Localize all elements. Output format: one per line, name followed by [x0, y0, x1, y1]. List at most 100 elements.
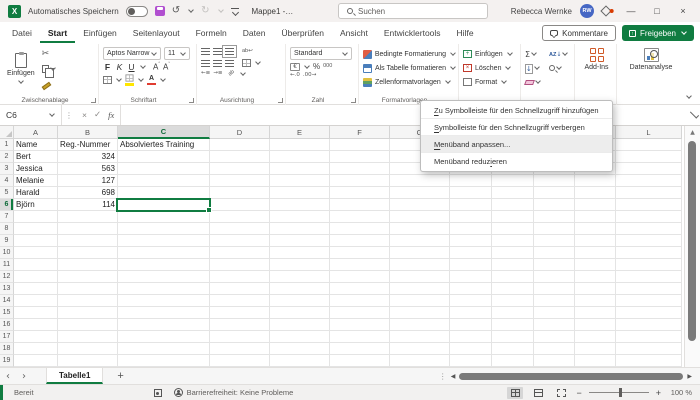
cell-J11[interactable] [534, 259, 575, 271]
cell-H10[interactable] [450, 247, 492, 259]
cell-D17[interactable] [210, 331, 270, 343]
scrollbar-splitter-icon[interactable]: ⋮ [439, 372, 447, 381]
cell-E3[interactable] [270, 163, 330, 175]
cell-G15[interactable] [390, 307, 450, 319]
scroll-left-icon[interactable]: ◀ [451, 373, 456, 380]
cell-A3[interactable]: Jessica [14, 163, 58, 175]
share-button[interactable]: ↑ Freigeben [622, 25, 694, 41]
cell-H7[interactable] [450, 211, 492, 223]
cell-A15[interactable] [14, 307, 58, 319]
cell-L17[interactable] [616, 331, 682, 343]
row-header-15[interactable]: 15 [0, 307, 14, 319]
cell-L4[interactable] [616, 175, 682, 187]
cell-F6[interactable] [330, 199, 390, 211]
grow-font-button[interactable]: Aˆ [153, 62, 160, 72]
wrap-text-button[interactable]: ab↩ [242, 49, 253, 55]
cell-J6[interactable] [534, 199, 575, 211]
cell-K13[interactable] [575, 283, 616, 295]
number-format-select[interactable]: Standard [290, 47, 352, 60]
view-page-layout-button[interactable] [530, 387, 546, 399]
comma-style-button[interactable]: 000 [323, 64, 332, 70]
cell-J19[interactable] [534, 355, 575, 367]
align-top-icon[interactable] [201, 48, 210, 55]
cell-L7[interactable] [616, 211, 682, 223]
cell-E2[interactable] [270, 151, 330, 163]
cell-B11[interactable] [58, 259, 118, 271]
formula-bar-expand-icon[interactable] [690, 109, 699, 118]
vertical-scrollbar-thumb[interactable] [688, 141, 696, 341]
cell-B6[interactable]: 114 [58, 199, 118, 211]
align-center-icon[interactable] [213, 60, 222, 67]
cell-A12[interactable] [14, 271, 58, 283]
percent-style-button[interactable]: % [313, 62, 320, 71]
scroll-right-icon[interactable]: ▶ [687, 373, 692, 380]
cell-C11[interactable] [118, 259, 210, 271]
select-all-corner[interactable] [0, 126, 14, 139]
cell-H19[interactable] [450, 355, 492, 367]
orientation-icon[interactable]: ab [228, 70, 236, 78]
bold-button[interactable]: F [103, 62, 112, 72]
row-header-14[interactable]: 14 [0, 295, 14, 307]
cell-K9[interactable] [575, 235, 616, 247]
merge-center-icon[interactable] [242, 59, 251, 67]
row-header-18[interactable]: 18 [0, 343, 14, 355]
minimize-button[interactable]: — [622, 6, 640, 16]
cell-H18[interactable] [450, 343, 492, 355]
row-header-19[interactable]: 19 [0, 355, 14, 367]
cell-F10[interactable] [330, 247, 390, 259]
context-menu-item[interactable]: Menüband anpassen... [421, 136, 612, 153]
zoom-out-button[interactable]: − [576, 388, 581, 398]
fill-button[interactable]: ↓ [525, 64, 549, 73]
cell-B8[interactable] [58, 223, 118, 235]
cell-G18[interactable] [390, 343, 450, 355]
cell-I5[interactable] [492, 187, 534, 199]
dialog-launcher-icon[interactable] [189, 98, 194, 103]
cell-J8[interactable] [534, 223, 575, 235]
cell-E18[interactable] [270, 343, 330, 355]
cell-D9[interactable] [210, 235, 270, 247]
addins-button[interactable]: Add-Ins [579, 47, 614, 72]
cell-B7[interactable] [58, 211, 118, 223]
dialog-launcher-icon[interactable] [278, 98, 283, 103]
cell-I19[interactable] [492, 355, 534, 367]
cell-B2[interactable]: 324 [58, 151, 118, 163]
cell-B16[interactable] [58, 319, 118, 331]
cell-A10[interactable] [14, 247, 58, 259]
cell-J18[interactable] [534, 343, 575, 355]
zoom-slider[interactable] [589, 392, 649, 393]
cell-I4[interactable] [492, 175, 534, 187]
cell-D10[interactable] [210, 247, 270, 259]
cell-C13[interactable] [118, 283, 210, 295]
row-header-2[interactable]: 2 [0, 151, 14, 163]
cell-G9[interactable] [390, 235, 450, 247]
cell-D16[interactable] [210, 319, 270, 331]
cell-B10[interactable] [58, 247, 118, 259]
cell-F15[interactable] [330, 307, 390, 319]
cell-J7[interactable] [534, 211, 575, 223]
cell-K18[interactable] [575, 343, 616, 355]
cell-K5[interactable] [575, 187, 616, 199]
cell-F18[interactable] [330, 343, 390, 355]
underline-button[interactable]: U [127, 62, 136, 72]
cell-K6[interactable] [575, 199, 616, 211]
cell-B1[interactable]: Reg.-Nummer [58, 139, 118, 151]
context-menu-item[interactable]: Zu Symbolleiste für den Schnellzugriff h… [421, 102, 612, 119]
cell-K19[interactable] [575, 355, 616, 367]
cell-E5[interactable] [270, 187, 330, 199]
context-menu-item[interactable]: Menüband reduzieren [421, 153, 612, 170]
format-painter-button[interactable] [42, 77, 56, 90]
cell-L10[interactable] [616, 247, 682, 259]
cell-E6[interactable] [270, 199, 330, 211]
column-header-a[interactable]: A [14, 126, 58, 139]
prev-sheet-icon[interactable]: ‹ [0, 371, 16, 382]
merge-chevron-icon[interactable] [255, 59, 261, 65]
cell-H6[interactable] [450, 199, 492, 211]
cell-I7[interactable] [492, 211, 534, 223]
column-header-l[interactable]: L [616, 126, 682, 139]
cell-J13[interactable] [534, 283, 575, 295]
cell-F17[interactable] [330, 331, 390, 343]
delete-cells-button[interactable]: × Löschen [463, 61, 518, 75]
cell-B18[interactable] [58, 343, 118, 355]
cell-D7[interactable] [210, 211, 270, 223]
cell-G12[interactable] [390, 271, 450, 283]
